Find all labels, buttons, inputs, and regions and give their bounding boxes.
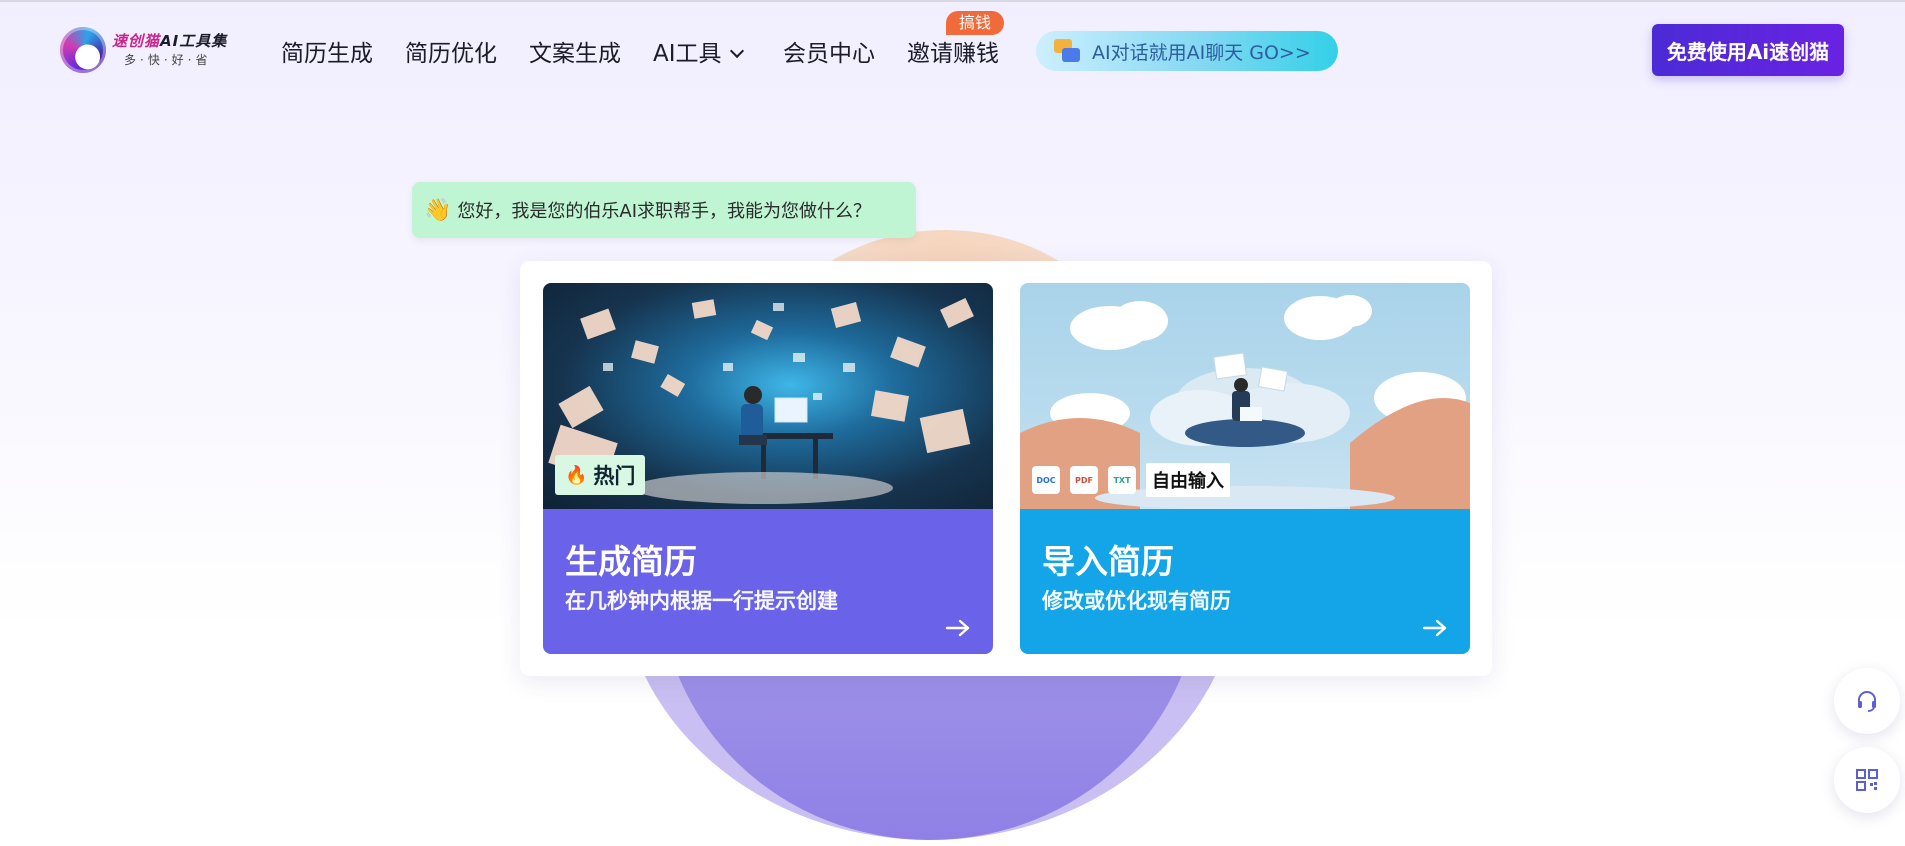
chevron-down-icon: [729, 43, 744, 59]
txt-file-icon: TXT: [1108, 466, 1136, 494]
import-resume-body: 导入简历 修改或优化现有简历: [1020, 509, 1470, 654]
nav-invite-badge: 搞钱: [946, 11, 1004, 35]
flame-icon: 🔥: [565, 464, 588, 486]
customer-service-button[interactable]: [1834, 668, 1900, 734]
nav-ai-tools[interactable]: AI工具: [653, 34, 744, 68]
nav-member-center[interactable]: 会员中心: [783, 34, 875, 68]
generate-resume-card[interactable]: 🔥 热门 生成简历 在几秒钟内根据一行提示创建: [543, 283, 993, 654]
assistant-greeting: 👋 您好，我是您的伯乐AI求职帮手，我能为您做什么？: [412, 182, 916, 238]
site-logo[interactable]: 速创猫AI工具集 多·快·好·省: [60, 26, 250, 74]
nav-invite-earn[interactable]: 邀请赚钱: [907, 34, 999, 68]
site-header: 速创猫AI工具集 多·快·好·省 简历生成 简历优化 文案生成 AI工具 会员中…: [0, 0, 1905, 100]
logo-tagline: 多·快·好·省: [124, 53, 212, 67]
ai-chat-banner-label: AI对话就用AI聊天 GO>>: [1092, 41, 1311, 64]
ai-chat-banner[interactable]: AI对话就用AI聊天 GO>>: [1036, 31, 1338, 71]
nav-resume-optimize[interactable]: 简历优化: [405, 34, 497, 68]
nav-resume-generate[interactable]: 简历生成: [281, 34, 373, 68]
arrow-right-icon: [945, 619, 970, 637]
chat-bubbles-icon: [1054, 39, 1080, 63]
import-resume-subtitle: 修改或优化现有简历: [1042, 589, 1231, 613]
import-resume-title: 导入简历: [1042, 542, 1174, 581]
hot-tag-label: 热门: [593, 464, 636, 488]
logo-text: 速创猫AI工具集 多·快·好·省: [112, 34, 227, 67]
free-input-tag: 自由输入: [1146, 463, 1230, 497]
logo-title: 速创猫AI工具集: [112, 34, 227, 49]
waving-hand-icon: 👋: [424, 197, 452, 223]
supported-file-types: DOC PDF TXT 自由输入: [1032, 463, 1230, 497]
logo-title-brand: 速创猫: [112, 32, 161, 50]
qr-code-icon: [1856, 769, 1878, 791]
pdf-file-icon: PDF: [1070, 466, 1098, 494]
greeting-text: 您好，我是您的伯乐AI求职帮手，我能为您做什么？: [457, 201, 872, 222]
free-use-button[interactable]: 免费使用Ai速创猫: [1652, 24, 1844, 76]
action-panel: 🔥 热门 生成简历 在几秒钟内根据一行提示创建 DOC PDF TXT 自由输入…: [520, 261, 1492, 676]
qr-code-button[interactable]: [1834, 747, 1900, 813]
generate-resume-subtitle: 在几秒钟内根据一行提示创建: [565, 589, 838, 613]
import-resume-card[interactable]: DOC PDF TXT 自由输入 导入简历 修改或优化现有简历: [1020, 283, 1470, 654]
arrow-right-icon: [1422, 619, 1447, 637]
generate-resume-title: 生成简历: [565, 542, 697, 581]
cat-logo-icon: [60, 27, 106, 73]
headset-icon: [1858, 691, 1876, 712]
nav-ai-tools-label: AI工具: [653, 41, 722, 67]
hot-tag: 🔥 热门: [555, 455, 646, 495]
nav-copywriting[interactable]: 文案生成: [529, 34, 621, 68]
doc-file-icon: DOC: [1032, 466, 1060, 494]
generate-resume-body: 生成简历 在几秒钟内根据一行提示创建: [543, 509, 993, 654]
logo-title-suffix: AI工具集: [160, 32, 228, 50]
